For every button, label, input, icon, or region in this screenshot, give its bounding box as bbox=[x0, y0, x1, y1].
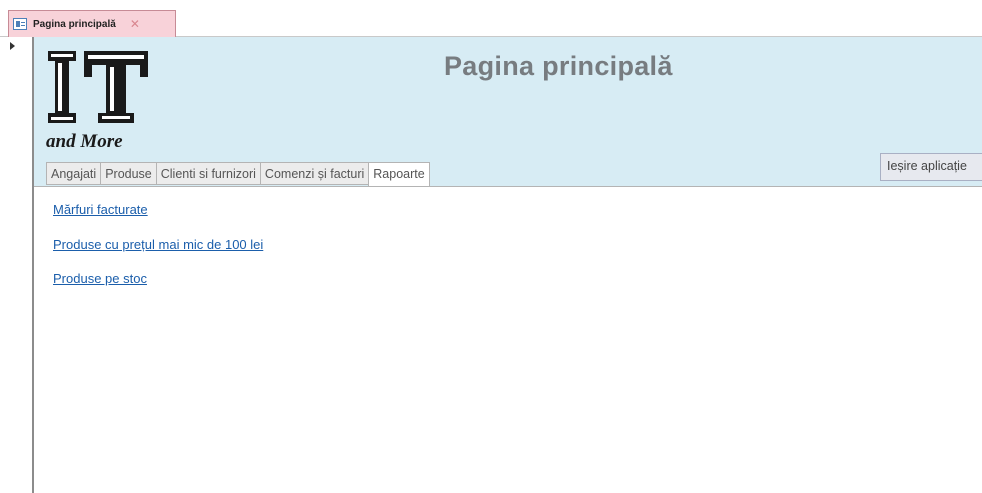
document-tab-pagina-principala[interactable]: Pagina principală ✕ bbox=[8, 10, 176, 37]
report-link-produse-pe-stoc[interactable]: Produse pe stoc bbox=[53, 271, 147, 286]
document-tab-strip: Pagina principală ✕ bbox=[0, 10, 982, 37]
form-icon bbox=[13, 18, 27, 30]
tab-angajati[interactable]: Angajati bbox=[46, 162, 101, 185]
it-and-more-logo: and More bbox=[46, 51, 148, 152]
svg-text:and More: and More bbox=[46, 131, 123, 152]
report-link-produse-pret-sub-100[interactable]: Produse cu prețul mai mic de 100 lei bbox=[53, 237, 263, 252]
page-title: Pagina principală bbox=[444, 51, 673, 81]
close-icon[interactable]: ✕ bbox=[130, 18, 140, 30]
report-link-marfuri-facturate[interactable]: Mărfuri facturate bbox=[53, 202, 148, 217]
current-record-arrow-icon bbox=[10, 42, 15, 50]
main-tab-control: Angajati Produse Clienti si furnizori Co… bbox=[46, 162, 430, 187]
exit-application-button[interactable]: Ieșire aplicație bbox=[880, 153, 982, 181]
tab-comenzi-si-facturi[interactable]: Comenzi și facturi bbox=[259, 162, 369, 185]
tab-produse[interactable]: Produse bbox=[100, 162, 156, 185]
document-tab-title: Pagina principală bbox=[33, 18, 116, 30]
access-form-window: Pagina principală ✕ and More Pagina prin… bbox=[0, 0, 982, 493]
tab-clienti-si-furnizori[interactable]: Clienti si furnizori bbox=[155, 162, 260, 185]
record-selector[interactable] bbox=[8, 37, 34, 493]
rapoarte-tab-page: Mărfuri facturate Produse cu prețul mai … bbox=[34, 186, 982, 493]
tab-rapoarte[interactable]: Rapoarte bbox=[368, 162, 430, 187]
